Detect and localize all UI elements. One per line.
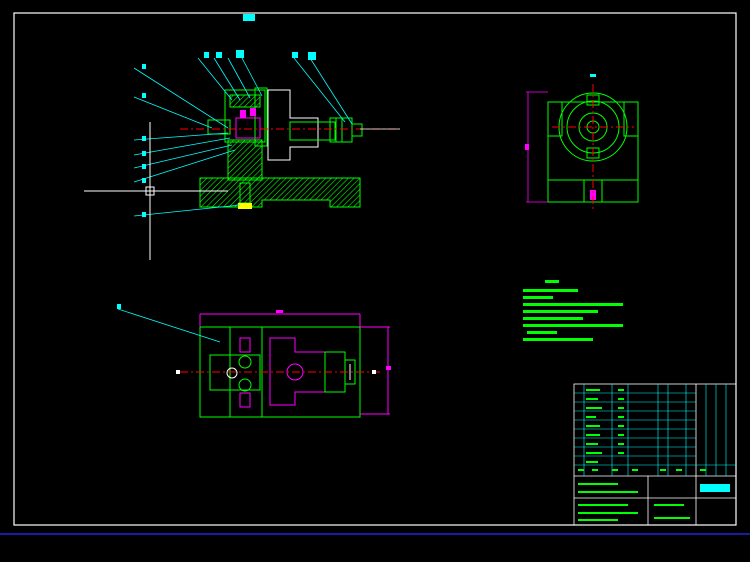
side-view — [525, 74, 639, 210]
status-bar — [0, 533, 750, 562]
cad-drawing-canvas[interactable] — [0, 0, 750, 560]
bom-table — [574, 384, 736, 521]
top-view — [176, 310, 391, 418]
technical-notes — [523, 280, 623, 341]
top-view-leader — [117, 304, 221, 343]
title-block — [573, 383, 737, 526]
crosshair-icon — [84, 122, 228, 260]
sheet-title-marker — [243, 14, 255, 21]
